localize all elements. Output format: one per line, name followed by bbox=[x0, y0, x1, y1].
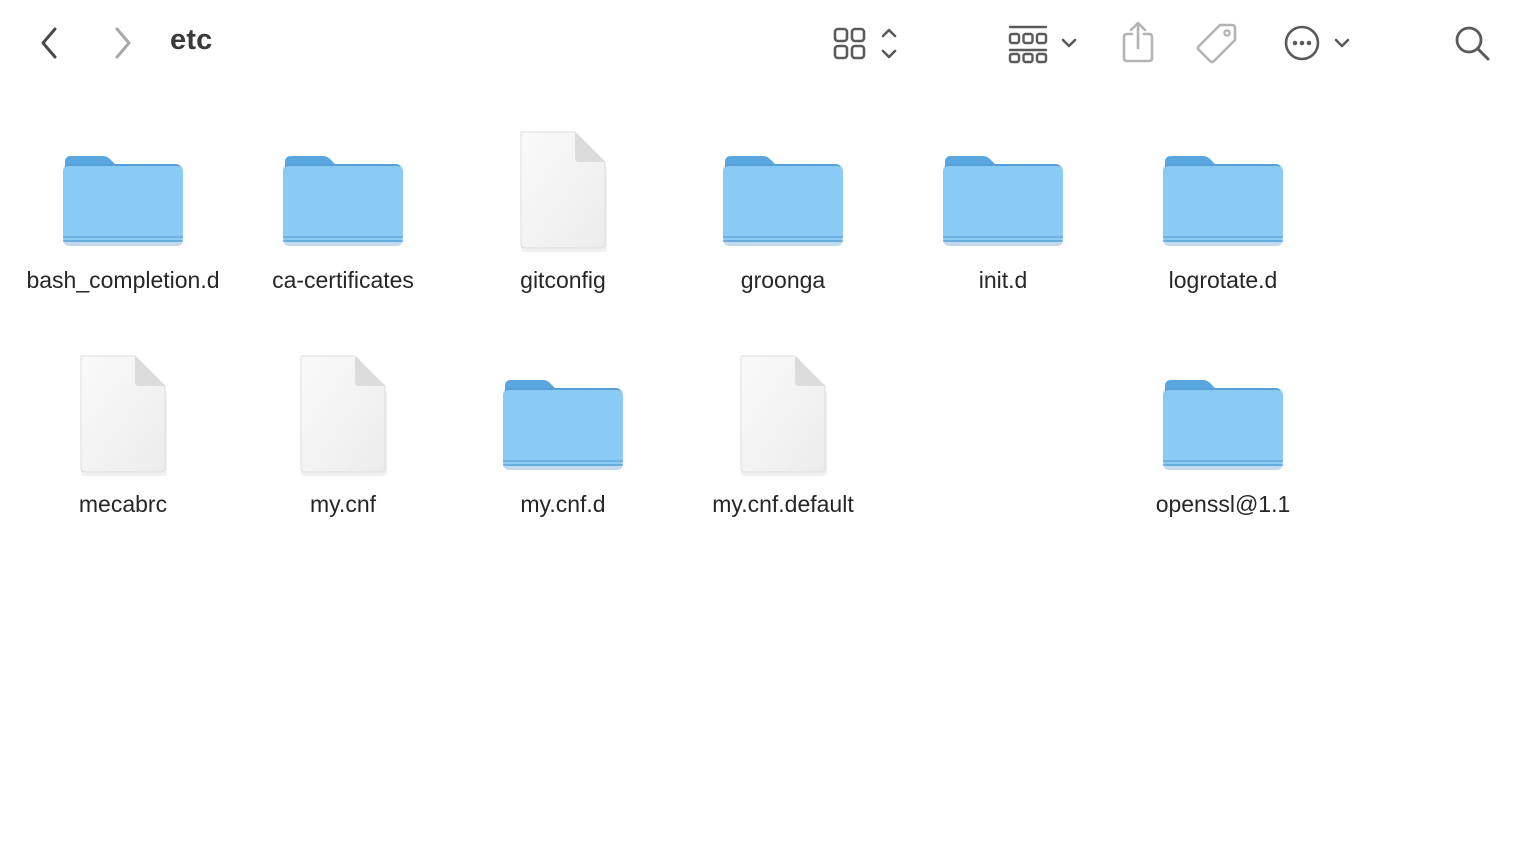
item-name: init.d bbox=[978, 267, 1028, 293]
folder-icon bbox=[1163, 156, 1283, 246]
ellipsis-circle-icon bbox=[1284, 25, 1350, 61]
folder-icon-wrap bbox=[233, 136, 453, 266]
back-button[interactable] bbox=[30, 23, 70, 63]
item-name: my.cnf.d bbox=[520, 491, 606, 517]
folder-icon-wrap bbox=[1113, 136, 1333, 266]
document-icon-wrap bbox=[13, 352, 233, 482]
folder-icon-wrap bbox=[893, 136, 1113, 266]
folder-icon bbox=[1163, 380, 1283, 470]
folder-icon-wrap bbox=[13, 136, 233, 266]
more-actions-button[interactable] bbox=[1280, 21, 1360, 65]
group-by-button[interactable] bbox=[1004, 22, 1084, 66]
item-name: mecabrc bbox=[78, 491, 168, 517]
document-icon bbox=[520, 131, 607, 252]
group-by-icon bbox=[1008, 25, 1077, 64]
folder-icon bbox=[503, 380, 623, 470]
folder-icon-wrap bbox=[453, 360, 673, 490]
item-name: openssl@1.1 bbox=[1155, 491, 1291, 517]
search-icon bbox=[1455, 26, 1490, 61]
tag-icon bbox=[1196, 23, 1237, 64]
window-title: etc bbox=[170, 24, 213, 56]
document-icon-wrap bbox=[453, 128, 673, 258]
forward-button[interactable] bbox=[102, 23, 142, 63]
folder-icon-wrap bbox=[1113, 360, 1333, 490]
folder-icon bbox=[943, 156, 1063, 246]
folder-icon bbox=[63, 156, 183, 246]
folder-icon bbox=[723, 156, 843, 246]
document-icon bbox=[740, 355, 827, 476]
share-button[interactable] bbox=[1116, 20, 1160, 66]
tags-button[interactable] bbox=[1194, 20, 1240, 66]
chevron-left-icon bbox=[41, 27, 57, 59]
item-name: my.cnf bbox=[309, 491, 377, 517]
item-name: my.cnf.default bbox=[712, 491, 854, 517]
item-name: logrotate.d bbox=[1168, 267, 1278, 293]
item-name: bash_completion.d bbox=[26, 267, 220, 293]
search-button[interactable] bbox=[1450, 21, 1494, 65]
document-icon-wrap bbox=[233, 352, 453, 482]
item-name: ca-certificates bbox=[272, 267, 414, 293]
document-icon bbox=[80, 355, 167, 476]
folder-icon-wrap bbox=[673, 136, 893, 266]
item-name: gitconfig bbox=[520, 267, 606, 293]
item-name: groonga bbox=[740, 267, 826, 293]
view-mode-button[interactable] bbox=[828, 22, 908, 66]
icon-view-icon bbox=[833, 27, 897, 60]
document-icon bbox=[300, 355, 387, 476]
chevron-right-icon bbox=[115, 27, 131, 59]
document-icon-wrap bbox=[673, 352, 893, 482]
share-icon bbox=[1122, 21, 1154, 63]
toolbar: etc bbox=[0, 0, 1520, 88]
folder-icon bbox=[283, 156, 403, 246]
